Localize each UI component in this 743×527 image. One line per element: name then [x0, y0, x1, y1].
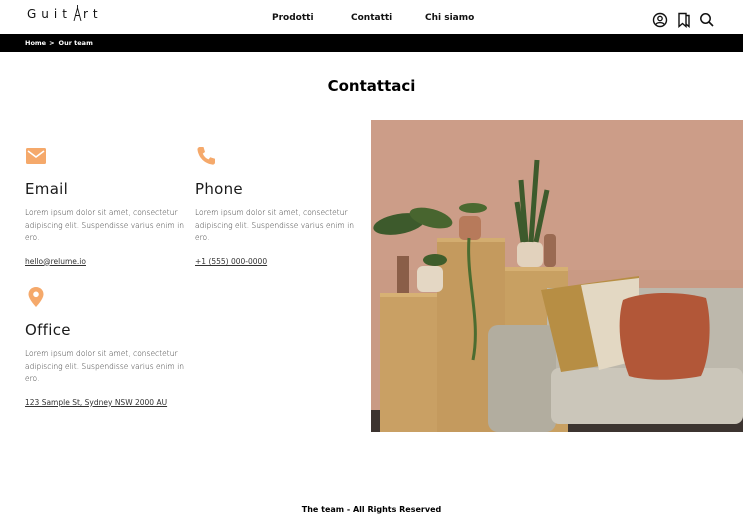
nav-item-chi-siamo[interactable]: Chi siamo: [425, 13, 474, 23]
breadcrumb-current[interactable]: Our team: [59, 39, 93, 47]
breadcrumb-separator: >: [49, 39, 55, 47]
card-heading-phone: Phone: [195, 180, 243, 198]
address-link[interactable]: 123 Sample St, Sydney NSW 2000 AU: [25, 398, 167, 407]
eiffel-tower-icon: [73, 5, 82, 21]
card-body-office: Lorem ipsum dolor sit amet, consectetur …: [25, 349, 184, 383]
footer-copyright: The team - All Rights Reserved: [301, 505, 442, 514]
logo-text-right: rt: [82, 7, 103, 21]
email-link[interactable]: hello@relume.io: [25, 257, 86, 266]
map-pin-icon: [25, 286, 47, 308]
nav-item-prodotti[interactable]: Prodotti: [272, 13, 314, 23]
logo-text-left: Guit: [27, 7, 72, 21]
interior-photo: [371, 120, 743, 432]
contact-card-phone: Phone Lorem ipsum dolor sit amet, consec…: [195, 145, 355, 268]
nav-item-contatti[interactable]: Contatti: [351, 13, 392, 23]
breadcrumb-home[interactable]: Home: [25, 39, 46, 47]
card-body-phone: Lorem ipsum dolor sit amet, consectetur …: [195, 208, 354, 242]
bookmark-icon[interactable]: [676, 12, 692, 29]
phone-icon: [195, 145, 217, 167]
page-title: Contattaci: [327, 77, 416, 95]
top-header: Guit rt Prodotti Contatti Chi siamo: [0, 0, 743, 34]
contact-card-email: Email Lorem ipsum dolor sit amet, consec…: [25, 145, 185, 268]
card-body-email: Lorem ipsum dolor sit amet, consectetur …: [25, 208, 184, 242]
envelope-icon: [25, 145, 47, 167]
breadcrumb: Home > Our team: [0, 34, 743, 52]
card-heading-office: Office: [25, 321, 71, 339]
contact-card-office: Office Lorem ipsum dolor sit amet, conse…: [25, 286, 185, 409]
brand-logo[interactable]: Guit rt: [27, 5, 103, 21]
card-heading-email: Email: [25, 180, 69, 198]
user-account-icon[interactable]: [652, 12, 668, 28]
phone-link[interactable]: +1 (555) 000-0000: [195, 257, 267, 266]
search-icon[interactable]: [699, 12, 715, 28]
